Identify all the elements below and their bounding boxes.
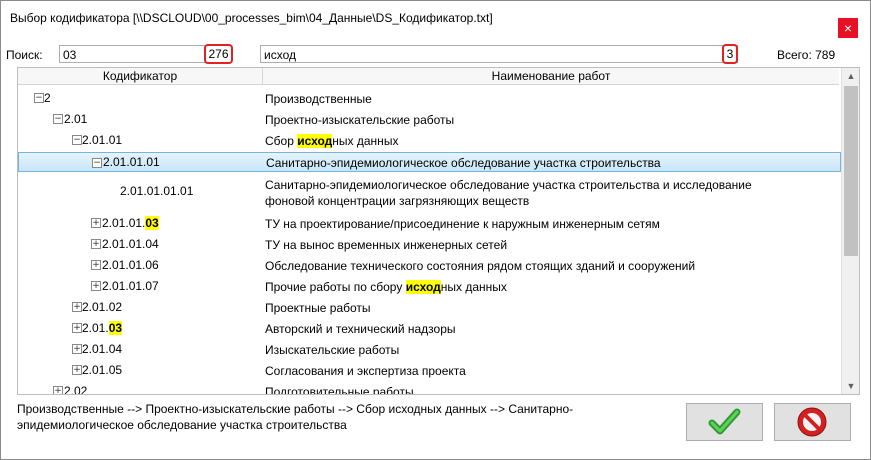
row-name: Авторский и технический надзоры	[265, 322, 456, 336]
row-code: 2.01.01.01	[103, 155, 160, 169]
tree-row[interactable]: −2.01 Проектно-изыскательские работы	[18, 110, 841, 128]
search-highlight: исход	[297, 134, 333, 148]
vertical-scrollbar[interactable]: ▲ ▼	[841, 68, 859, 394]
close-button[interactable]: ×	[838, 18, 858, 38]
collapse-icon[interactable]: −	[53, 114, 63, 124]
expand-icon[interactable]: +	[72, 365, 82, 375]
row-code: 2.01.01.03	[102, 216, 159, 230]
tree-row[interactable]: +2.01.01.04 ТУ на вынос временных инженер…	[18, 235, 841, 253]
scroll-up-icon[interactable]: ▲	[842, 68, 859, 84]
row-name: Санитарно-эпидемиологическое обследовани…	[266, 156, 661, 170]
row-name: Обследование технического состояния рядо…	[265, 259, 696, 273]
window-title: Выбор кодификатора [\\DSCLOUD\00_process…	[10, 11, 493, 25]
search-highlight: исход	[405, 280, 441, 294]
row-name: Проектно-изыскательские работы	[265, 113, 455, 127]
scroll-down-icon[interactable]: ▼	[842, 378, 859, 394]
checkmark-icon	[708, 408, 741, 435]
tree-row[interactable]: −2 Производственные	[18, 89, 841, 107]
row-code: 2.01.04	[82, 342, 123, 356]
tree-row[interactable]: −2.01.01 Сбор исходных данных	[18, 131, 841, 149]
expand-icon[interactable]: +	[91, 218, 101, 228]
row-code: 2.01.01	[82, 133, 123, 147]
tree-row[interactable]: +2.01.01.03 ТУ на проектирование/присоеди…	[18, 214, 841, 232]
row-code: 2.01.02	[82, 300, 123, 314]
row-name: ТУ на проектирование/присоединение к нар…	[265, 217, 660, 231]
total-count: Всего: 789	[777, 48, 836, 62]
collapse-icon[interactable]: −	[92, 158, 102, 168]
tree-row[interactable]: +2.01.01.07 Прочие работы по сбору исходн…	[18, 277, 841, 295]
expand-icon[interactable]: +	[72, 323, 82, 333]
search-label: Поиск:	[6, 48, 43, 62]
row-name: Производственные	[265, 92, 372, 106]
row-name: Сбор исходных данных	[265, 134, 399, 148]
tree-row[interactable]: 2.01.01.01.01 Санитарно-эпидемиологическо…	[18, 175, 841, 211]
row-code: 2.01	[64, 112, 88, 126]
scroll-thumb[interactable]	[844, 86, 858, 256]
row-code: 2.01.03	[82, 321, 123, 335]
selection-path: Производственные --> Проектно-изыскатель…	[17, 402, 574, 432]
row-code: 2.01.01.01.01	[120, 184, 194, 198]
tree-row[interactable]: +2.01.05 Согласования и экспертиза проект…	[18, 361, 841, 379]
row-name: Изыскательские работы	[265, 343, 400, 357]
cancel-button[interactable]	[774, 403, 851, 441]
tree-row[interactable]: +2.01.01.06 Обследование технического сос…	[18, 256, 841, 274]
ok-button[interactable]	[686, 403, 763, 441]
tree-row[interactable]: +2.01.02 Проектные работы	[18, 298, 841, 316]
expand-icon[interactable]: +	[91, 260, 101, 270]
tree-row[interactable]: −2.01.01.01 Санитарно-эпидемиологическое …	[18, 152, 841, 172]
row-code: 2.01.01.07	[102, 279, 159, 293]
expand-icon[interactable]: +	[53, 386, 63, 394]
row-name: ТУ на вынос временных инженерных сетей	[265, 238, 508, 252]
expand-icon[interactable]: +	[72, 302, 82, 312]
tree-row[interactable]: +2.01.04 Изыскательские работы	[18, 340, 841, 358]
expand-icon[interactable]: +	[91, 281, 101, 291]
row-name: Проектные работы	[265, 301, 371, 315]
title-bar: Выбор кодификатора [\\DSCLOUD\00_process…	[1, 1, 870, 38]
row-name: Подготовительные работы	[265, 385, 414, 395]
row-name: Согласования и экспертиза проекта	[265, 364, 466, 378]
codifier-tree-grid[interactable]: Кодификатор Наименование работ −2 Произво…	[17, 67, 860, 395]
name-match-count: 3	[722, 44, 738, 64]
row-code: 2.01.01.06	[102, 258, 159, 272]
collapse-icon[interactable]: −	[34, 93, 44, 103]
expand-icon[interactable]: +	[91, 239, 101, 249]
column-header-name[interactable]: Наименование работ	[263, 68, 839, 85]
name-search-input[interactable]: исход	[260, 45, 738, 63]
search-highlight: 03	[108, 321, 123, 335]
collapse-icon[interactable]: −	[72, 135, 82, 145]
row-code: 2.01.05	[82, 363, 123, 377]
no-entry-icon	[797, 407, 827, 437]
tree-row[interactable]: +2.01.03 Авторский и технический надзоры	[18, 319, 841, 337]
expand-icon[interactable]: +	[72, 344, 82, 354]
column-header-code[interactable]: Кодификатор	[18, 68, 263, 85]
row-code: 2.02	[64, 384, 88, 395]
code-match-count: 276	[204, 44, 233, 64]
row-name: Прочие работы по сбору исходных данных	[265, 280, 507, 294]
tree-row[interactable]: +2.02 Подготовительные работы	[18, 382, 841, 395]
row-code: 2	[44, 91, 51, 105]
search-highlight: 03	[145, 216, 159, 230]
codifier-dialog: Выбор кодификатора [\\DSCLOUD\00_process…	[0, 0, 871, 460]
row-name: Санитарно-эпидемиологическое обследовани…	[265, 178, 752, 208]
row-code: 2.01.01.04	[102, 237, 159, 251]
